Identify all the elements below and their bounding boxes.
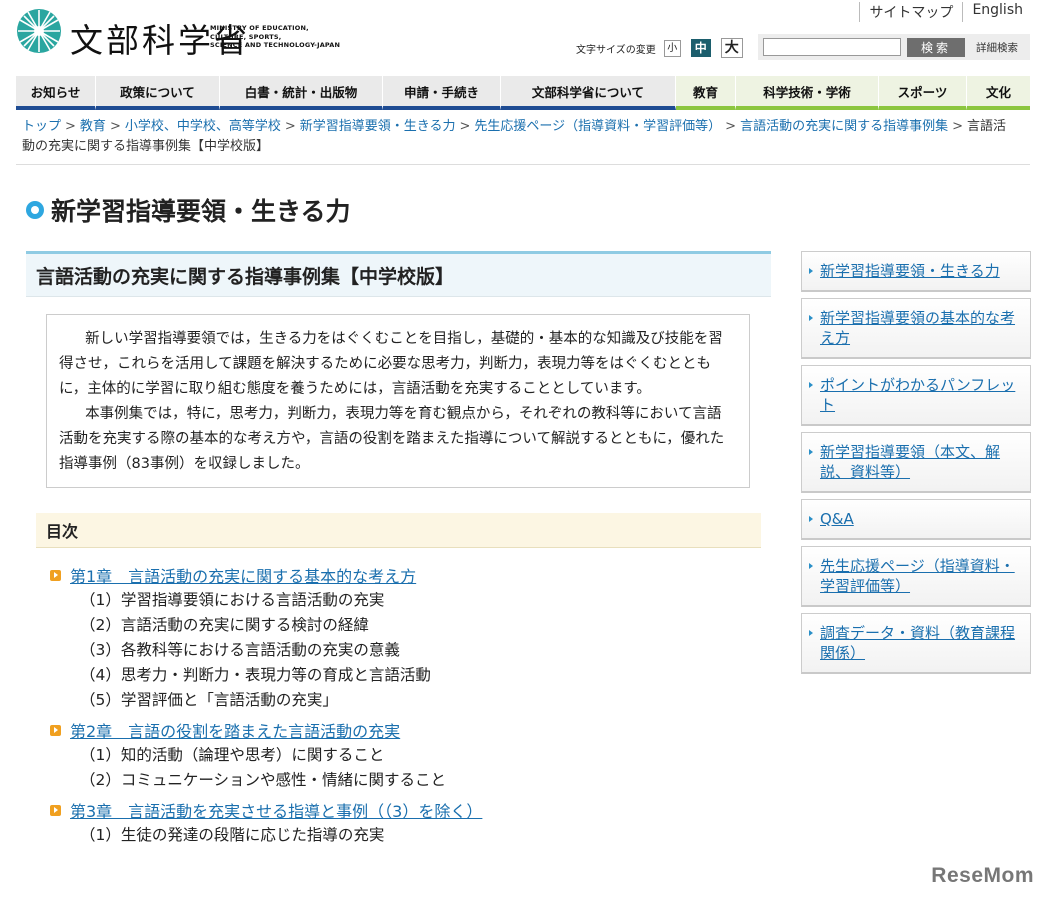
- breadcrumb: トップ > 教育 > 小学校、中学校、高等学校 > 新学習指導要領・生きる力 > 先生応援ページ…: [22, 119, 1007, 154]
- intro-paragraph: 新しい学習指導要領では，生きる力をはぐくむことを目指し，基礎的・基本的な知識及び…: [59, 331, 723, 397]
- sidebar-link[interactable]: Q&A: [820, 510, 854, 528]
- chapter-link[interactable]: 第1章 言語活動の充実に関する基本的な考え方: [70, 563, 416, 587]
- sidebar-link[interactable]: 先生応援ページ（指導資料・学習評価等）: [820, 557, 1015, 595]
- mext-logo-icon[interactable]: [16, 8, 62, 54]
- breadcrumb-link[interactable]: トップ: [22, 119, 61, 134]
- nav-science[interactable]: 科学技術・学術: [736, 76, 879, 110]
- breadcrumb-link[interactable]: 教育: [80, 119, 106, 134]
- search-box: 検索 詳細検索: [758, 34, 1030, 60]
- breadcrumb-divider: [16, 164, 1030, 165]
- list-item: （1）知的活動（論理や思考）に関すること: [80, 746, 385, 764]
- sidebar-item: 新学習指導要領の基本的な考え方: [801, 298, 1031, 359]
- page-heading: 新学習指導要領・生きる力: [51, 197, 351, 226]
- top-links: サイトマップ English: [859, 2, 1032, 22]
- section-header: 言語活動の充実に関する指導事例集【中学校版】: [26, 251, 771, 297]
- chapter-link[interactable]: 第2章 言語の役割を踏まえた言語活動の充実: [70, 718, 400, 742]
- sidebar-link[interactable]: 新学習指導要領（本文、解説、資料等）: [820, 443, 1000, 481]
- sidebar-item: 新学習指導要領（本文、解説、資料等）: [801, 432, 1031, 493]
- font-size-label: 文字サイズの変更: [576, 44, 656, 56]
- page-title: 新学習指導要領・生きる力: [26, 192, 351, 228]
- breadcrumb-link[interactable]: 先生応援ページ（指導資料・学習評価等）: [474, 119, 721, 134]
- resemom-watermark: ReseMom: [931, 864, 1034, 887]
- breadcrumb-link[interactable]: 小学校、中学校、高等学校: [125, 119, 281, 134]
- chapter-heading: 第2章 言語の役割を踏まえた言語活動の充実: [50, 717, 771, 743]
- sidebar-link[interactable]: 新学習指導要領の基本的な考え方: [820, 309, 1015, 347]
- arrow-bullet-icon: [50, 724, 61, 736]
- advanced-search-link[interactable]: 詳細検索: [976, 40, 1018, 55]
- arrow-bullet-icon: [50, 569, 61, 581]
- list-item: （5）学習評価と「言語活動の充実」: [80, 691, 338, 709]
- list-item: （1）学習指導要領における言語活動の充実: [80, 591, 385, 609]
- sidebar-item: ポイントがわかるパンフレット: [801, 365, 1031, 426]
- search-button[interactable]: 検索: [907, 37, 965, 57]
- font-size-control: 文字サイズの変更 小 中 大: [576, 38, 753, 58]
- logo-subtitle: MINISTRY OF EDUCATION, CULTURE, SPORTS, …: [210, 24, 341, 49]
- sidebar-item: Q&A: [801, 499, 1031, 540]
- nav-publications[interactable]: 白書・統計・出版物: [220, 76, 383, 110]
- section-title: 言語活動の充実に関する指導事例集【中学校版】: [36, 265, 455, 288]
- english-link[interactable]: English: [962, 2, 1032, 22]
- chapter-link[interactable]: 第3章 言語活動を充実させる指導と事例（（3）を除く）: [70, 798, 482, 822]
- sidebar-item: 調査データ・資料（教育課程関係）: [801, 613, 1031, 674]
- title-bullet-icon: [26, 201, 44, 219]
- breadcrumb-link[interactable]: 新学習指導要領・生きる力: [300, 119, 456, 134]
- chapter-items: （1）知的活動（論理や思考）に関すること （2）コミュニケーションや感性・情緒に…: [50, 743, 771, 793]
- breadcrumb-link[interactable]: 言語活動の充実に関する指導事例集: [740, 119, 948, 134]
- sitemap-link[interactable]: サイトマップ: [859, 2, 962, 22]
- list-item: （2）言語活動の充実に関する検討の経緯: [80, 616, 369, 634]
- nav-policy[interactable]: 政策について: [96, 76, 220, 110]
- toc-heading: 目次: [36, 513, 761, 548]
- global-nav: お知らせ 政策について 白書・統計・出版物 申請・手続き 文部科学省について 教…: [16, 76, 1030, 110]
- chapter-heading: 第3章 言語活動を充実させる指導と事例（（3）を除く）: [50, 797, 771, 823]
- intro-paragraph: 本事例集では，特に，思考力，判断力，表現力等を育む観点から，それぞれの教科等にお…: [59, 406, 725, 472]
- nav-education[interactable]: 教育: [676, 76, 736, 110]
- list-item: （3）各教科等における言語活動の充実の意義: [80, 641, 400, 659]
- nav-news[interactable]: お知らせ: [16, 76, 96, 110]
- sidebar-link[interactable]: ポイントがわかるパンフレット: [820, 376, 1015, 414]
- intro-box: 新しい学習指導要領では，生きる力をはぐくむことを目指し，基礎的・基本的な知識及び…: [46, 314, 750, 488]
- sidebar-item: 新学習指導要領・生きる力: [801, 251, 1031, 292]
- nav-culture[interactable]: 文化: [967, 76, 1030, 110]
- nav-sports[interactable]: スポーツ: [879, 76, 967, 110]
- sidebar-link[interactable]: 調査データ・資料（教育課程関係）: [820, 624, 1015, 662]
- list-item: （2）コミュニケーションや感性・情緒に関すること: [80, 771, 447, 789]
- arrow-bullet-icon: [50, 804, 61, 816]
- font-large-button[interactable]: 大: [720, 38, 743, 58]
- chapter-items: （1）学習指導要領における言語活動の充実 （2）言語活動の充実に関する検討の経緯…: [50, 588, 771, 713]
- sidebar: 新学習指導要領・生きる力 新学習指導要領の基本的な考え方 ポイントがわかるパンフ…: [801, 251, 1031, 680]
- font-small-button[interactable]: 小: [663, 39, 681, 57]
- chapter-items: （1）生徒の発達の段階に応じた指導の充実: [50, 823, 771, 848]
- chapter-heading: 第1章 言語活動の充実に関する基本的な考え方: [50, 562, 771, 588]
- sidebar-link[interactable]: 新学習指導要領・生きる力: [820, 262, 1000, 280]
- search-input[interactable]: [763, 38, 901, 56]
- site-header: 文部科学省 MINISTRY OF EDUCATION, CULTURE, SP…: [0, 0, 1046, 78]
- list-item: （1）生徒の発達の段階に応じた指導の充実: [80, 826, 385, 844]
- main-content: 言語活動の充実に関する指導事例集【中学校版】 新しい学習指導要領では，生きる力を…: [26, 251, 771, 852]
- nav-about[interactable]: 文部科学省について: [501, 76, 676, 110]
- nav-applications[interactable]: 申請・手続き: [383, 76, 501, 110]
- font-medium-button[interactable]: 中: [690, 39, 711, 57]
- toc-list: 第1章 言語活動の充実に関する基本的な考え方 （1）学習指導要領における言語活動…: [50, 562, 771, 848]
- sidebar-item: 先生応援ページ（指導資料・学習評価等）: [801, 546, 1031, 607]
- list-item: （4）思考力・判断力・表現力等の育成と言語活動: [80, 666, 431, 684]
